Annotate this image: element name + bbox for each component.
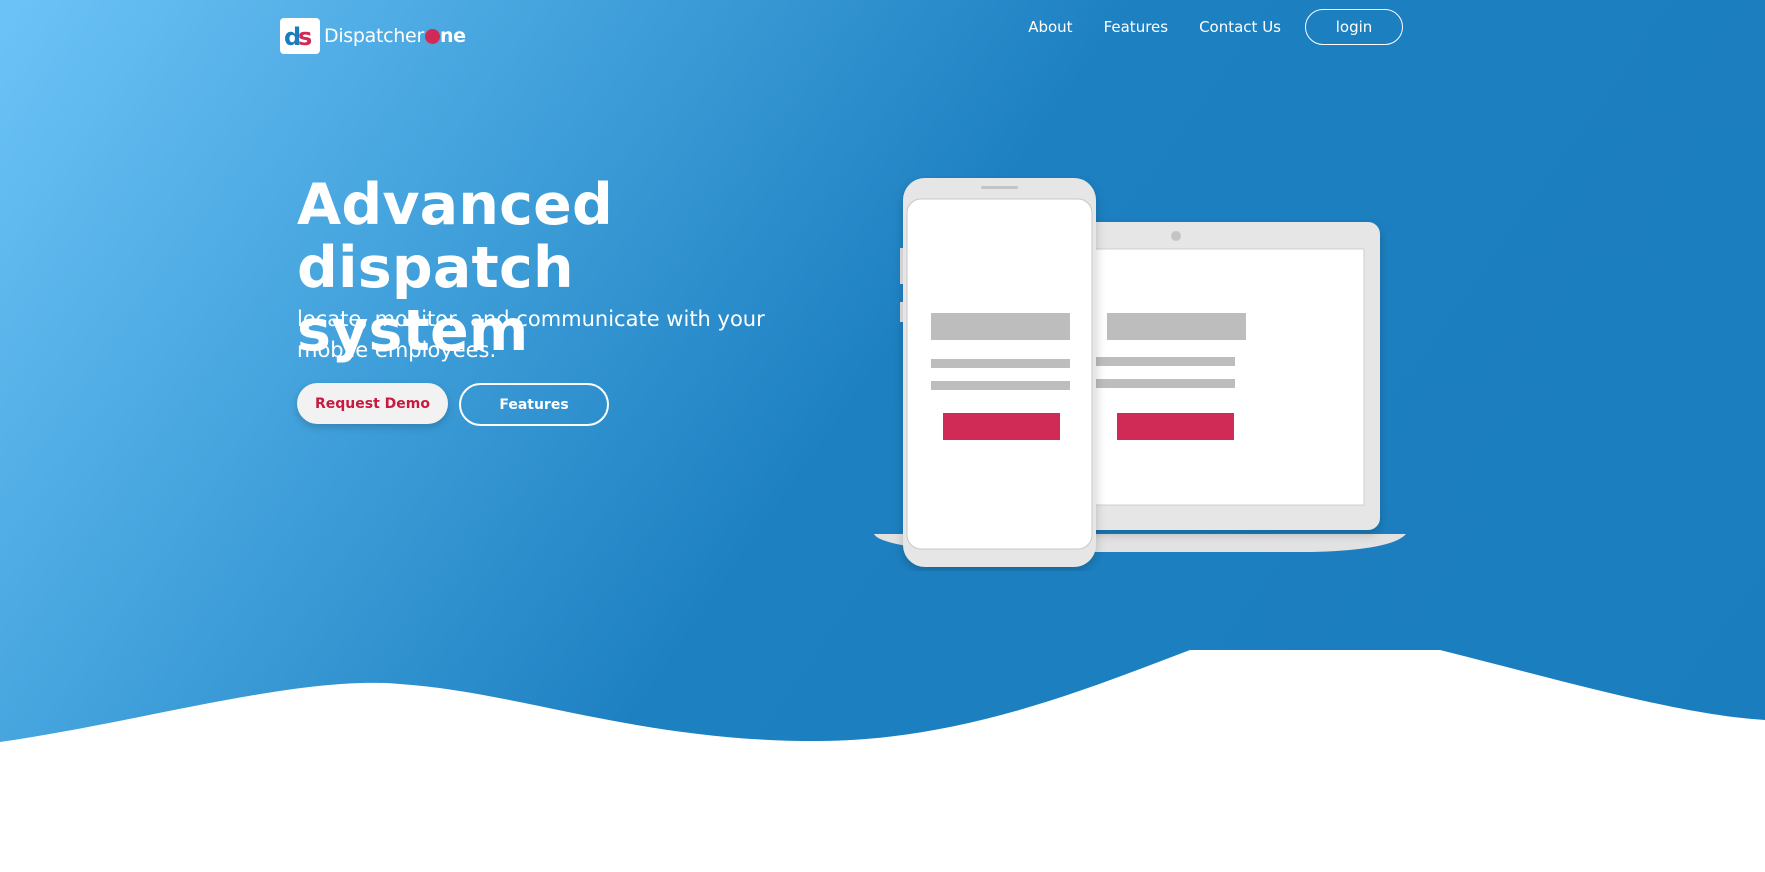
devices-illustration [874, 178, 1406, 567]
phone-illustration [900, 178, 1096, 567]
nav-link-features[interactable]: Features [1104, 18, 1169, 36]
features-button[interactable]: Features [459, 383, 609, 426]
logo-mark-icon: d s [280, 18, 320, 54]
brand-name-suffix: ne [439, 25, 466, 47]
brand-name: Dispatcher ne [324, 25, 466, 47]
brand-name-prefix: Dispatcher [324, 25, 424, 47]
hero-title-line-1: Advanced [297, 172, 613, 238]
nav-link-about[interactable]: About [1028, 18, 1072, 36]
brand-o-icon [424, 28, 440, 44]
brand-logo[interactable]: d s Dispatcher ne [280, 18, 466, 54]
top-nav: About Features Contact Us login [1028, 9, 1403, 45]
hero-subtitle: locate, monitor, and communicate with yo… [297, 307, 765, 362]
request-demo-button[interactable]: Request Demo [297, 383, 448, 424]
login-button[interactable]: login [1305, 9, 1403, 45]
hero-wave-divider [0, 650, 1765, 872]
nav-link-contact-us[interactable]: Contact Us [1199, 18, 1281, 36]
svg-text:s: s [298, 23, 312, 50]
hero-cta-group: Request Demo Features [297, 383, 609, 426]
